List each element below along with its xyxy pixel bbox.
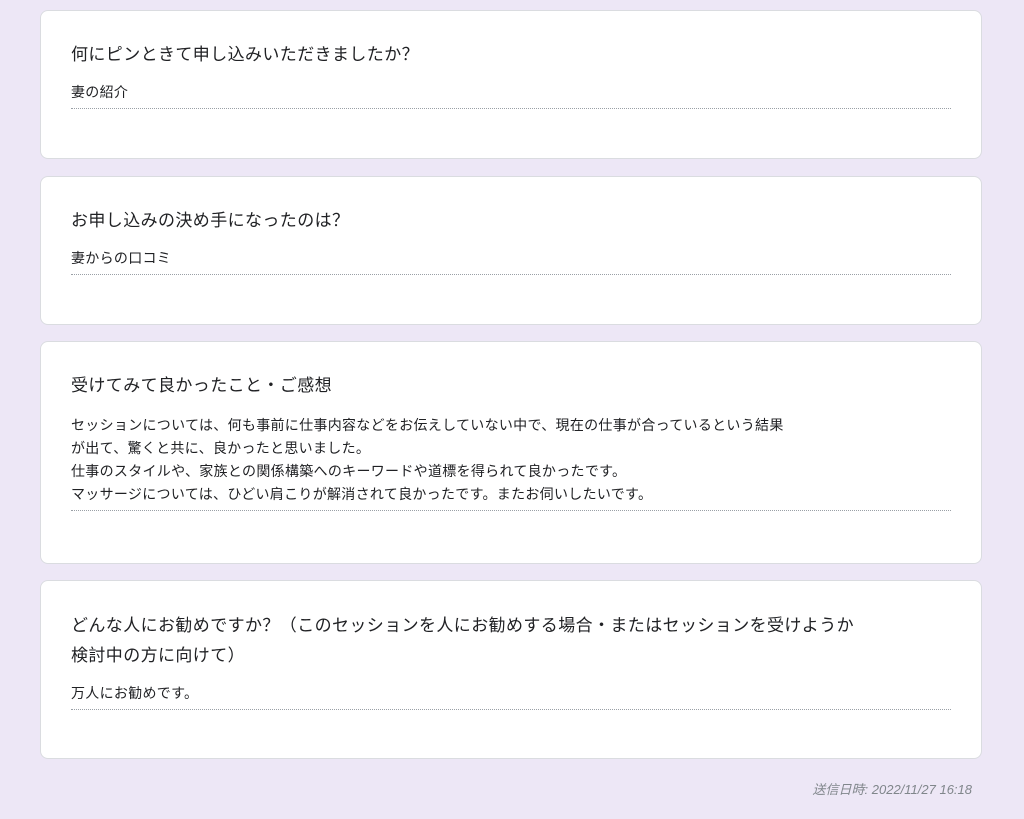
question-title: どんな人にお勧めですか？（このセッションを人にお勧めする場合・またはセッションを…	[71, 616, 854, 666]
question-title: お申し込みの決め手になったのは？	[71, 211, 350, 231]
question-title: 何にピンときて申し込みいただきましたか？	[71, 45, 419, 65]
response-card: 何にピンときて申し込みいただきましたか？ 妻の紹介	[40, 10, 982, 159]
response-card: どんな人にお勧めですか？（このセッションを人にお勧めする場合・またはセッションを…	[40, 580, 982, 759]
answer-text: 妻の紹介	[71, 82, 951, 109]
answer-text: セッションについては、何も事前に仕事内容などをお伝えしていない中で、現在の仕事が…	[71, 415, 951, 511]
submission-timestamp: 送信日時: 2022/11/27 16:18	[812, 782, 972, 797]
question-title: 受けてみて良かったこと・ご感想	[71, 376, 332, 396]
response-card: お申し込みの決め手になったのは？ 妻からの口コミ	[40, 176, 982, 325]
answer-text: 万人にお勧めです。	[71, 683, 951, 710]
response-card: 受けてみて良かったこと・ご感想 セッションについては、何も事前に仕事内容などをお…	[40, 341, 982, 564]
answer-text: 妻からの口コミ	[71, 248, 951, 275]
